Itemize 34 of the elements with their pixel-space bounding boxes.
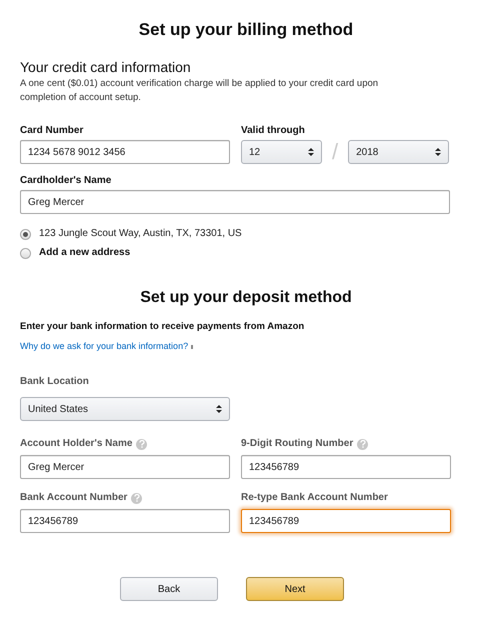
page-heading: Set up your deposit method — [139, 288, 353, 308]
cardholder-name-field[interactable]: Greg Mercer — [20, 190, 450, 214]
chevron-icon — [190, 344, 193, 349]
back-button[interactable]: Back — [120, 577, 218, 601]
date-separator: / — [332, 140, 338, 164]
text-field[interactable]: 123456789 — [20, 509, 230, 533]
field-label: Account Holder's Name — [20, 438, 132, 450]
verification-note: A one cent ($0.01) account verification charge will be applied to your credit card upon completion of account setup. — [20, 77, 380, 105]
page-heading: Set up your billing method — [138, 19, 354, 41]
text-field[interactable]: Greg Mercer — [20, 455, 230, 479]
field-label: Bank Account Number — [20, 492, 128, 504]
caret-icon — [216, 405, 222, 413]
next-button[interactable]: Next — [246, 577, 344, 601]
field-label: 9-Digit Routing Number — [241, 438, 354, 450]
caret-icon — [308, 148, 314, 156]
dropdown[interactable]: 12 — [241, 140, 322, 164]
section-heading: Your credit card information — [20, 58, 192, 76]
text-field[interactable]: 123456789 — [241, 509, 451, 533]
bank-intro: Enter your bank information to receive payments from Amazon — [20, 321, 306, 333]
caret-icon — [435, 148, 442, 156]
field-label: Cardholder's Name — [20, 175, 112, 187]
field-label: Valid through — [241, 125, 306, 137]
help-link[interactable]: Why do we ask for your bank information? — [20, 340, 193, 352]
card-number-field[interactable]: 1234 5678 9012 3456 — [20, 140, 230, 164]
dropdown[interactable]: 2018 — [348, 140, 450, 164]
radio-label: Add a new address — [39, 247, 130, 259]
field-label: Card Number — [20, 125, 84, 137]
field-label: Re-type Bank Account Number — [241, 492, 388, 504]
radio-button[interactable] — [20, 228, 31, 240]
text-field[interactable]: 123456789 — [241, 455, 451, 479]
field-label: Bank Location — [20, 376, 90, 388]
radio-label: 123 Jungle Scout Way, Austin, TX, 73301, US — [39, 228, 242, 240]
radio-button[interactable] — [20, 248, 31, 258]
dropdown[interactable]: United States — [20, 397, 230, 421]
